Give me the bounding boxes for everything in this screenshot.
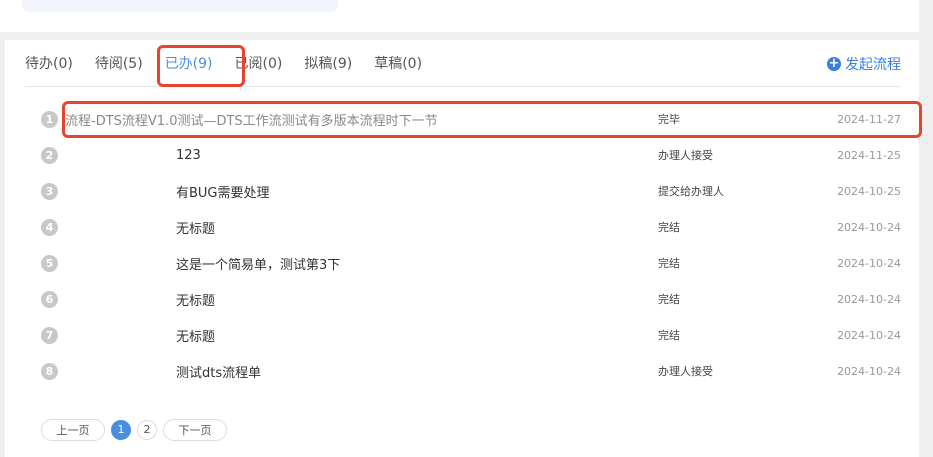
row-title[interactable]: 无标题 (176, 218, 215, 237)
tab-drafted[interactable]: 拟稿(9) (304, 54, 352, 86)
row-title[interactable]: 这是一个简易单，测试第3下 (176, 254, 340, 273)
pagination: 上一页 1 2 下一页 (41, 419, 227, 441)
row-number: 8 (41, 362, 58, 380)
row-status: 办理人接受 (658, 149, 713, 162)
list-item[interactable]: 1 流程-DTS流程V1.0测试—DTS工作流测试有多版本流程时下一节 完毕 2024… (5, 101, 919, 137)
list-item[interactable]: 4 无标题 完结 2024-10-24 (5, 209, 919, 245)
new-process-button[interactable]: + 发起流程 (827, 54, 901, 74)
tab-bar: 待办(0) 待阅(5) 已办(9) 已阅(0) 拟稿(9) 草稿(0) (25, 54, 444, 86)
row-title[interactable]: 流程-DTS流程V1.0测试—DTS工作流测试有多版本流程时下一节 (65, 110, 438, 129)
row-status: 完结 (658, 257, 680, 270)
plus-circle-icon: + (827, 56, 841, 71)
row-title[interactable]: 有BUG需要处理 (176, 182, 270, 201)
row-date: 2024-10-24 (837, 220, 901, 234)
row-number: 7 (41, 326, 58, 344)
row-number: 2 (41, 146, 58, 164)
row-number: 6 (41, 290, 58, 308)
process-panel: 待办(0) 待阅(5) 已办(9) 已阅(0) 拟稿(9) 草稿(0) + 发起… (5, 40, 919, 457)
row-title[interactable]: 无标题 (176, 326, 215, 345)
top-block (22, 0, 338, 12)
row-date: 2024-11-25 (837, 148, 901, 162)
row-status: 完结 (658, 293, 680, 306)
prev-page-button[interactable]: 上一页 (41, 419, 105, 441)
row-status: 完结 (658, 329, 680, 342)
row-title[interactable]: 123 (176, 148, 201, 163)
tab-done[interactable]: 已办(9) (165, 54, 213, 86)
row-status: 完毕 (658, 113, 680, 126)
tab-drafts[interactable]: 草稿(0) (374, 54, 422, 86)
row-title[interactable]: 无标题 (176, 290, 215, 309)
row-status: 完结 (658, 221, 680, 234)
page-2[interactable]: 2 (137, 420, 157, 440)
list-item[interactable]: 3 有BUG需要处理 提交给办理人 2024-10-25 (5, 173, 919, 209)
row-number: 3 (41, 182, 58, 200)
list-item[interactable]: 7 无标题 完结 2024-10-24 (5, 317, 919, 353)
row-number: 4 (41, 218, 58, 236)
page-1[interactable]: 1 (111, 420, 131, 440)
row-title[interactable]: 测试dts流程单 (176, 362, 261, 381)
divider (25, 86, 901, 87)
tab-to-read[interactable]: 待阅(5) (95, 54, 143, 86)
next-page-button[interactable]: 下一页 (163, 419, 227, 441)
row-date: 2024-10-24 (837, 256, 901, 270)
row-status: 办理人接受 (658, 365, 713, 378)
row-date: 2024-11-27 (837, 112, 901, 126)
new-process-label: 发起流程 (845, 57, 901, 73)
top-card (0, 0, 919, 32)
row-date: 2024-10-25 (837, 184, 901, 198)
row-status: 提交给办理人 (658, 185, 724, 198)
list-item[interactable]: 5 这是一个简易单，测试第3下 完结 2024-10-24 (5, 245, 919, 281)
row-date: 2024-10-24 (837, 292, 901, 306)
row-number: 5 (41, 254, 58, 272)
tab-read[interactable]: 已阅(0) (235, 54, 283, 86)
row-number: 1 (41, 110, 58, 128)
list-item[interactable]: 8 测试dts流程单 办理人接受 2024-10-24 (5, 353, 919, 389)
row-date: 2024-10-24 (837, 364, 901, 378)
list-item[interactable]: 6 无标题 完结 2024-10-24 (5, 281, 919, 317)
tab-todo[interactable]: 待办(0) (25, 54, 73, 86)
row-date: 2024-10-24 (837, 328, 901, 342)
list-item[interactable]: 2 123 办理人接受 2024-11-25 (5, 137, 919, 173)
